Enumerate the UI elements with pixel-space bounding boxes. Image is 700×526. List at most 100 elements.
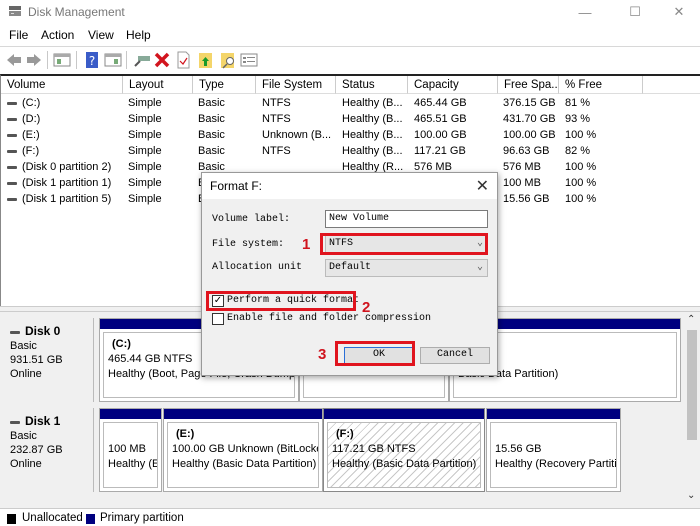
column-header-layout[interactable]: Layout [123,76,193,94]
svg-text:?: ? [89,54,95,68]
volume-cell-status: Healthy (B... [342,113,403,125]
partition-label: (E:) [176,428,195,440]
volume-cell-status: Healthy (B... [342,97,403,109]
show-hide-console-tree-icon[interactable] [53,51,71,69]
column-header-volume[interactable]: Volume [1,76,123,94]
menu-action[interactable]: Action [41,28,74,42]
partition-status: Healthy (Recovery Partiti [495,458,617,470]
volume-cell-percent-free: 100 % [565,193,597,205]
minimize-button[interactable]: — [562,0,608,24]
volume-cell-free-space: 96.63 GB [503,145,550,157]
primary-partition-bar [487,409,620,419]
disk-name: Disk 1 [25,414,61,428]
scroll-up-icon[interactable]: ⌃ [687,314,695,325]
volume-name: (F:) [22,145,40,157]
toolbar-separator [76,51,77,69]
column-header-status[interactable]: Status [336,76,408,94]
close-window-button[interactable]: ✕ [656,0,700,24]
disk-1-label[interactable]: Disk 1 Basic 232.87 GB Online [4,408,94,492]
drive-icon [7,197,17,201]
highlight-ok-button [335,341,415,366]
drive-icon [7,165,17,169]
volume-cell-volume: (E:) [7,129,40,141]
dialog-close-icon[interactable]: ✕ [476,176,489,196]
partition-status: Healthy (Basic Data Partition) [172,458,317,470]
volume-cell-type: Basic [198,145,225,157]
volume-cell-file-system: NTFS [262,97,291,109]
menu-bar: File Action View Help [0,26,700,46]
partition-status: Healthy (Basic Data Partition) [332,458,477,470]
toolbar-separator [47,51,48,69]
connect-drive-icon[interactable] [133,51,151,69]
step-1-label: 1 [302,236,311,253]
compression-label[interactable]: Enable file and folder compression [227,313,431,324]
scroll-down-icon[interactable]: ⌄ [687,490,695,501]
disk-pane-scrollbar[interactable]: ⌃ ⌄ [684,312,700,508]
volume-cell-free-space: 376.15 GB [503,97,556,109]
volume-cell-free-space: 15.56 GB [503,193,550,205]
chevron-down-icon: ⌄ [476,262,483,273]
volume-cell-volume: (F:) [7,145,39,157]
partition-label: (F:) [336,428,354,440]
highlight-quick-format [206,291,356,311]
partition-size: 117.21 GB NTFS [332,443,416,455]
volume-cell-capacity: 100.00 GB [414,129,467,141]
partition-f-selected[interactable]: (F:) 117.21 GB NTFS Healthy (Basic Data … [323,408,485,492]
primary-partition-bar [164,409,322,419]
export-list-icon[interactable] [197,51,215,69]
volume-cell-free-space: 100.00 GB [503,129,556,141]
menu-view[interactable]: View [88,28,114,42]
allocation-unit-select[interactable]: Default ⌄ [325,259,488,277]
step-2-label: 2 [362,299,371,316]
volume-name: (Disk 1 partition 1) [22,177,112,189]
legend-unallocated: Unallocated [22,512,83,524]
partition-disk1-1[interactable]: 100 MB Healthy (E [99,408,162,492]
volume-cell-layout: Simple [128,113,162,125]
column-header-file-system[interactable]: File System [256,76,336,94]
volume-row[interactable]: (F:) Simple Basic NTFS Healthy (B... 117.21 G… [1,144,700,160]
volume-cell-volume: (Disk 1 partition 5) [7,193,111,205]
volume-row[interactable]: (E:) Simple Basic Unknown (B... Healthy (B..… [1,128,700,144]
forward-icon[interactable] [25,51,43,69]
volume-cell-file-system: NTFS [262,113,291,125]
compression-checkbox[interactable] [212,313,224,325]
maximize-button[interactable]: ☐ [612,0,658,24]
allocation-unit-value: Default [329,262,372,273]
scrollbar-thumb[interactable] [687,330,697,440]
partition-recovery[interactable]: 15.56 GB Healthy (Recovery Partiti [486,408,621,492]
step-3-label: 3 [318,346,327,363]
volume-cell-file-system: NTFS [262,145,291,157]
column-header-type[interactable]: Type [193,76,256,94]
show-hide-action-pane-icon[interactable] [104,51,122,69]
volume-row[interactable]: (C:) Simple Basic NTFS Healthy (B... 465.44 G… [1,96,700,112]
volume-label-input[interactable]: New Volume [325,210,488,228]
cancel-button[interactable]: Cancel [420,347,490,364]
highlight-file-system [320,233,488,255]
volume-cell-volume: (D:) [7,113,40,125]
disk-icon [10,420,20,424]
find-icon[interactable] [219,51,237,69]
properties-icon[interactable] [174,51,192,69]
partition-status: Healthy (E [108,458,158,470]
partition-e[interactable]: (E:) 100.00 GB Unknown (BitLocke Healthy… [163,408,323,492]
volume-label-label: Volume label: [212,214,291,225]
disk-size: 931.51 GB [10,354,63,366]
disk-0-label[interactable]: Disk 0 Basic 931.51 GB Online [4,318,94,402]
volume-cell-free-space: 100 MB [503,177,541,189]
drive-icon [7,149,17,153]
back-icon[interactable] [5,51,23,69]
volume-name: (D:) [22,113,41,125]
column-header-percent-free[interactable]: % Free [559,76,643,94]
legend: Unallocated Primary partition [0,508,700,526]
column-header-free-space[interactable]: Free Spa... [498,76,559,94]
menu-help[interactable]: Help [126,28,151,42]
volume-name: (E:) [22,129,40,141]
volume-row[interactable]: (D:) Simple Basic NTFS Healthy (B... 465.51 G… [1,112,700,128]
column-header-capacity[interactable]: Capacity [408,76,498,94]
menu-file[interactable]: File [9,28,28,42]
details-icon[interactable] [240,51,258,69]
help-icon[interactable]: ? [83,51,101,69]
volume-cell-type: Basic [198,97,225,109]
delete-icon[interactable] [153,51,171,69]
volume-cell-free-space: 431.70 GB [503,113,556,125]
